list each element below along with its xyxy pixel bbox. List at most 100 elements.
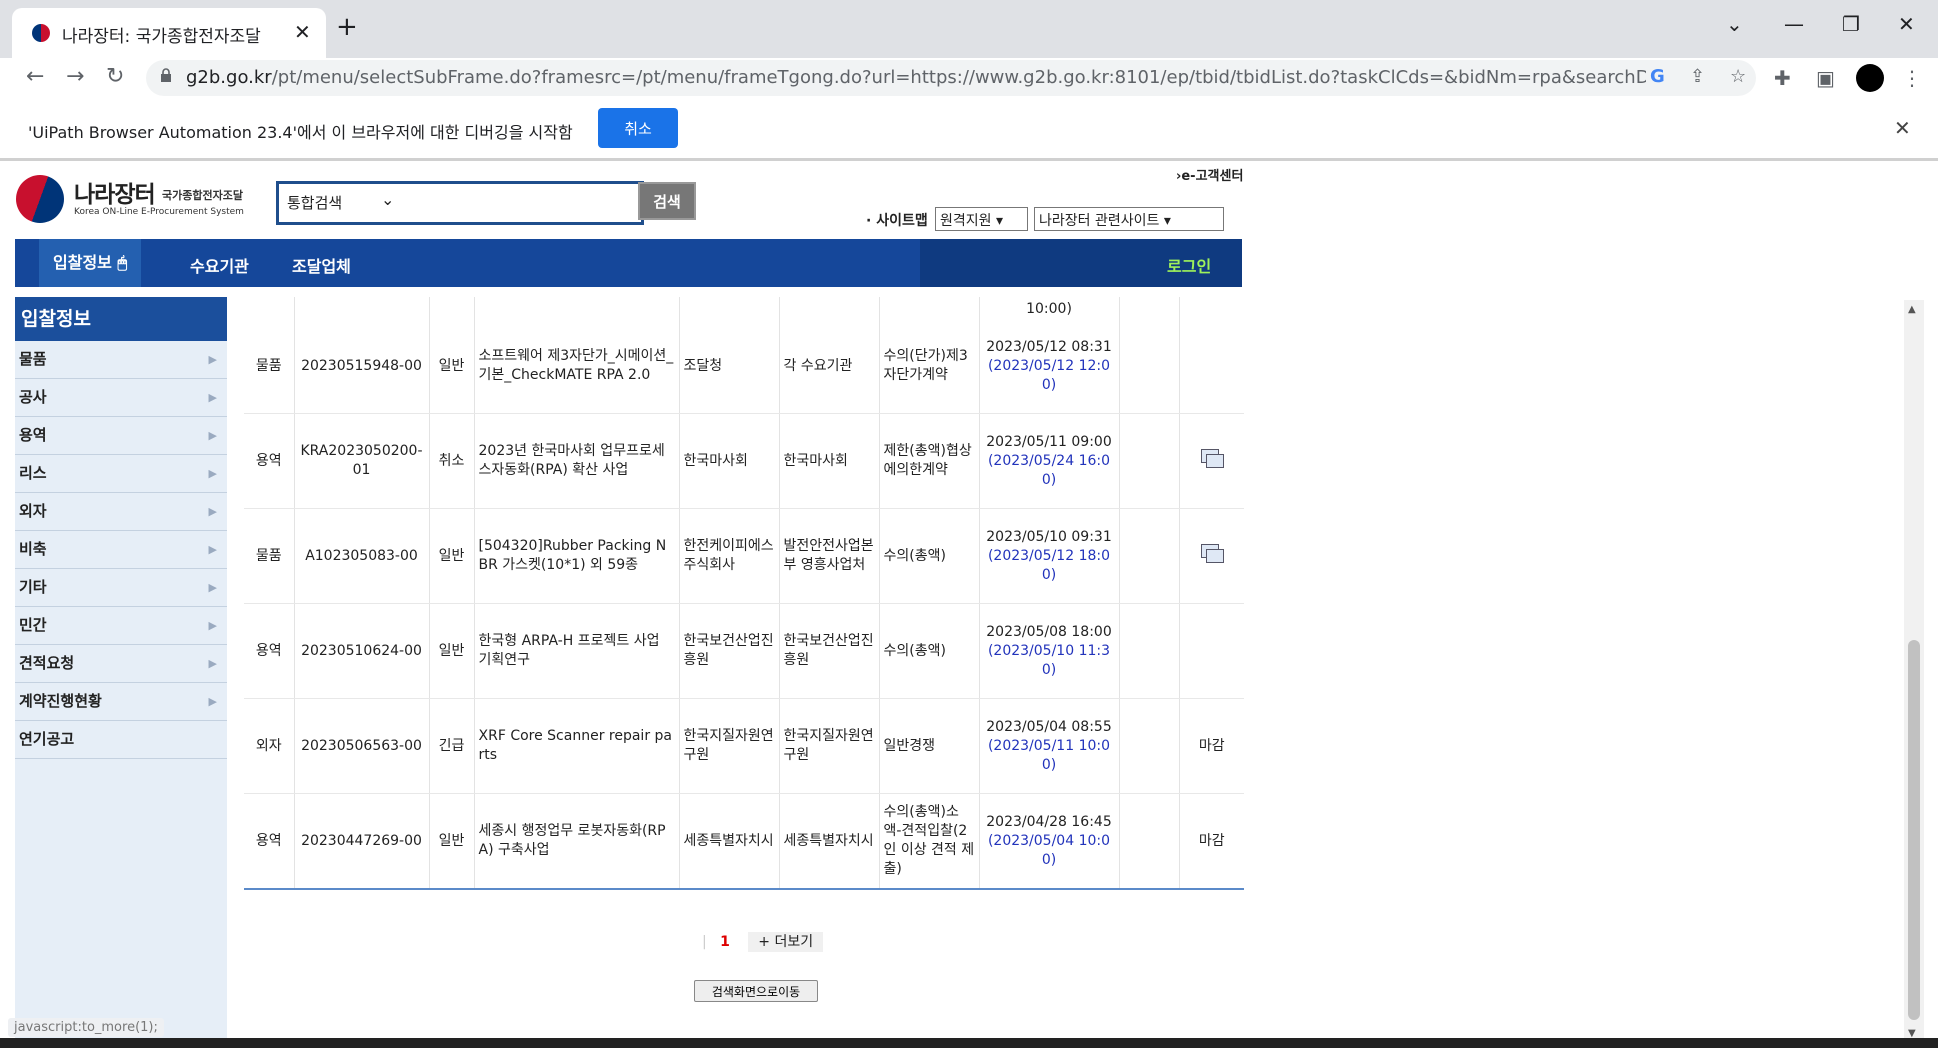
back-to-search-button[interactable]: 검색화면으로이동 <box>694 980 818 1002</box>
reload-icon[interactable]: ↻ <box>106 64 124 89</box>
google-icon[interactable]: G <box>1650 66 1665 87</box>
bookmark-star-icon[interactable]: ☆ <box>1730 66 1746 87</box>
nav-bid-info[interactable]: 입찰정보 🖱 <box>39 239 142 287</box>
logo-title[interactable]: 나라장터 <box>74 175 156 209</box>
scroll-thumb[interactable] <box>1908 640 1920 1020</box>
sidebar-item-quote-request[interactable]: 견적요청 ▶ <box>15 645 227 683</box>
login-link[interactable]: 로그인 <box>1167 253 1211 277</box>
profile-avatar[interactable] <box>1856 64 1884 92</box>
cell-bid-number[interactable]: KRA2023050200-01 <box>294 413 430 509</box>
sidebar-item-contract-progress[interactable]: 계약진행현황 ▶ <box>15 683 227 721</box>
posted-date: 2023/05/08 18:00 <box>986 623 1112 640</box>
tab-title: 나라장터: 국가종합전자조달 <box>62 27 261 47</box>
cell-status <box>1179 603 1244 699</box>
deadline-date: (2023/05/12 18:00) <box>987 547 1111 583</box>
new-tab-icon[interactable]: + <box>336 14 358 40</box>
table-row: 용역 20230510624-00 일반 한국형 ARPA-H 프로젝트 사업 기획연… <box>244 603 1244 699</box>
cell-contract-method: 일반경쟁 <box>879 698 980 794</box>
cell-bid-number[interactable]: 20230447269-00 <box>294 793 430 890</box>
cell-demand-org: 한국보건산업진흥원 <box>779 603 880 699</box>
cell-bid-name[interactable]: 한국형 ARPA-H 프로젝트 사업 기획연구 <box>474 603 680 699</box>
cell-notice-org: 한전케이피에스주식회사 <box>679 508 780 604</box>
cell-demand-org: 한국지질자원연구원 <box>779 698 880 794</box>
cell-notice-org: 한국보건산업진흥원 <box>679 603 780 699</box>
tab-search-chevron-icon[interactable]: ⌄ <box>1726 12 1743 36</box>
sidebar-item-construction[interactable]: 공사 ▶ <box>15 379 227 417</box>
restore-icon[interactable]: ❐ <box>1842 12 1860 36</box>
back-icon[interactable]: ← <box>26 64 44 89</box>
status-text: 마감 <box>1198 832 1225 849</box>
table-row: 물품 20230515948-00 일반 소프트웨어 제3자단가_시메이션_기본_Ch… <box>244 319 1244 414</box>
site-favicon-icon <box>32 24 50 42</box>
more-button[interactable]: + 더보기 <box>748 932 824 952</box>
cell-demand-org: 각 수요기관 <box>779 319 880 414</box>
chevron-right-icon: ▶ <box>208 581 217 594</box>
sidebar-item-label: 물품 <box>19 350 47 368</box>
cell-bid-number[interactable]: 20230506563-00 <box>294 698 430 794</box>
nav-supplier[interactable]: 조달업체 <box>292 253 351 277</box>
page-number-current[interactable]: 1 <box>720 934 730 950</box>
chevron-right-icon: ▶ <box>208 429 217 442</box>
tab-close-icon[interactable]: ✕ <box>294 20 311 44</box>
sidebar-item-stockpile[interactable]: 비축 ▶ <box>15 531 227 569</box>
cell-status <box>1179 413 1244 509</box>
cell-bid-name[interactable]: 소프트웨어 제3자단가_시메이션_기본_CheckMATE RPA 2.0 <box>474 319 680 414</box>
customer-center-link[interactable]: ›e-고객센터 <box>1176 165 1243 184</box>
sidebar-item-label: 계약진행현황 <box>19 692 102 710</box>
sidebar-item-private[interactable]: 민간 ▶ <box>15 607 227 645</box>
chevron-right-icon: ▶ <box>208 543 217 556</box>
cell-bid-name[interactable]: 세종시 행정업무 로봇자동화(RPA) 구축사업 <box>474 793 680 890</box>
address-bar: ← → ↻ g2b.go.kr/pt/menu/selectSubFrame.d… <box>0 58 1938 101</box>
related-sites-select[interactable]: 나라장터 관련사이트 ▾ <box>1034 207 1224 231</box>
cell-contract-method: 제한(총액)협상에의한계약 <box>879 413 980 509</box>
infobar-close-icon[interactable]: ✕ <box>1894 116 1911 140</box>
integrated-search-box[interactable]: 통합검색 ⌄ <box>276 181 644 225</box>
search-button[interactable]: 검색 <box>638 182 696 220</box>
sidebar-item-goods[interactable]: 물품 ▶ <box>15 341 227 379</box>
deadline-fragment: 10:00) <box>979 297 1120 319</box>
remote-support-select[interactable]: 원격지원 ▾ <box>935 207 1028 231</box>
sidebar-item-service[interactable]: 용역 ▶ <box>15 417 227 455</box>
sidebar-item-label: 공사 <box>19 388 47 406</box>
menu-kebab-icon[interactable]: ⋮ <box>1902 66 1922 90</box>
window-close-icon[interactable]: ✕ <box>1898 12 1915 36</box>
chevron-right-icon: ▶ <box>208 353 217 366</box>
document-icon[interactable] <box>1200 544 1224 563</box>
infobar-cancel-button[interactable]: 취소 <box>598 108 678 148</box>
share-icon[interactable]: ⇪ <box>1690 66 1705 87</box>
sidebar-item-etc[interactable]: 기타 ▶ <box>15 569 227 607</box>
minimize-icon[interactable]: — <box>1784 12 1804 36</box>
cell-blank <box>1119 319 1180 414</box>
chevron-right-icon: ▶ <box>208 391 217 404</box>
cell-status <box>1179 319 1244 414</box>
table-row: 용역 20230447269-00 일반 세종시 행정업무 로봇자동화(RPA) 구축… <box>244 793 1244 890</box>
table-row-fragment: 10:00) <box>244 297 1244 319</box>
posted-date: 2023/05/10 09:31 <box>986 528 1112 545</box>
scroll-up-icon[interactable]: ▲ <box>1908 304 1916 315</box>
cell-bid-number[interactable]: A102305083-00 <box>294 508 430 604</box>
cell-bid-number[interactable]: 20230510624-00 <box>294 603 430 699</box>
cell-bid-name[interactable]: [504320]Rubber Packing NBR 가스켓(10*1) 외 5… <box>474 508 680 604</box>
chevron-down-icon[interactable]: ⌄ <box>381 190 394 209</box>
cell-bid-name[interactable]: XRF Core Scanner repair parts <box>474 698 680 794</box>
sidebar-item-lease[interactable]: 리스 ▶ <box>15 455 227 493</box>
side-panel-icon[interactable]: ▣ <box>1816 66 1835 90</box>
sitemap-label: · 사이트맵 <box>866 213 928 229</box>
cell-blank <box>1119 793 1180 890</box>
page-scrollbar[interactable]: ▲ ▼ <box>1904 300 1924 1048</box>
forward-icon[interactable]: → <box>66 64 84 89</box>
nav-demand-org[interactable]: 수요기관 <box>190 253 249 277</box>
sidebar-item-postponed[interactable]: 연기공고 <box>15 721 227 759</box>
deadline-date: (2023/05/04 10:00) <box>987 832 1111 868</box>
sidebar-item-foreign[interactable]: 외자 ▶ <box>15 493 227 531</box>
search-scope-select[interactable]: 통합검색 <box>287 192 342 213</box>
extensions-puzzle-icon[interactable]: ✚ <box>1774 66 1791 90</box>
cell-classification: 긴급 <box>429 698 475 794</box>
mouse-icon: 🖱 <box>117 253 128 272</box>
cell-bid-number[interactable]: 20230515948-00 <box>294 319 430 414</box>
bid-list-table: 10:00) 물품 20230515948-00 일반 소프트웨어 제3자단가_시메이… <box>244 297 1244 890</box>
url-input[interactable]: g2b.go.kr/pt/menu/selectSubFrame.do?fram… <box>146 60 1756 96</box>
browser-tab[interactable]: 나라장터: 국가종합전자조달 ✕ <box>12 8 326 58</box>
document-icon[interactable] <box>1200 449 1224 468</box>
cell-bid-name[interactable]: 2023년 한국마사회 업무프로세스자동화(RPA) 확산 사업 <box>474 413 680 509</box>
